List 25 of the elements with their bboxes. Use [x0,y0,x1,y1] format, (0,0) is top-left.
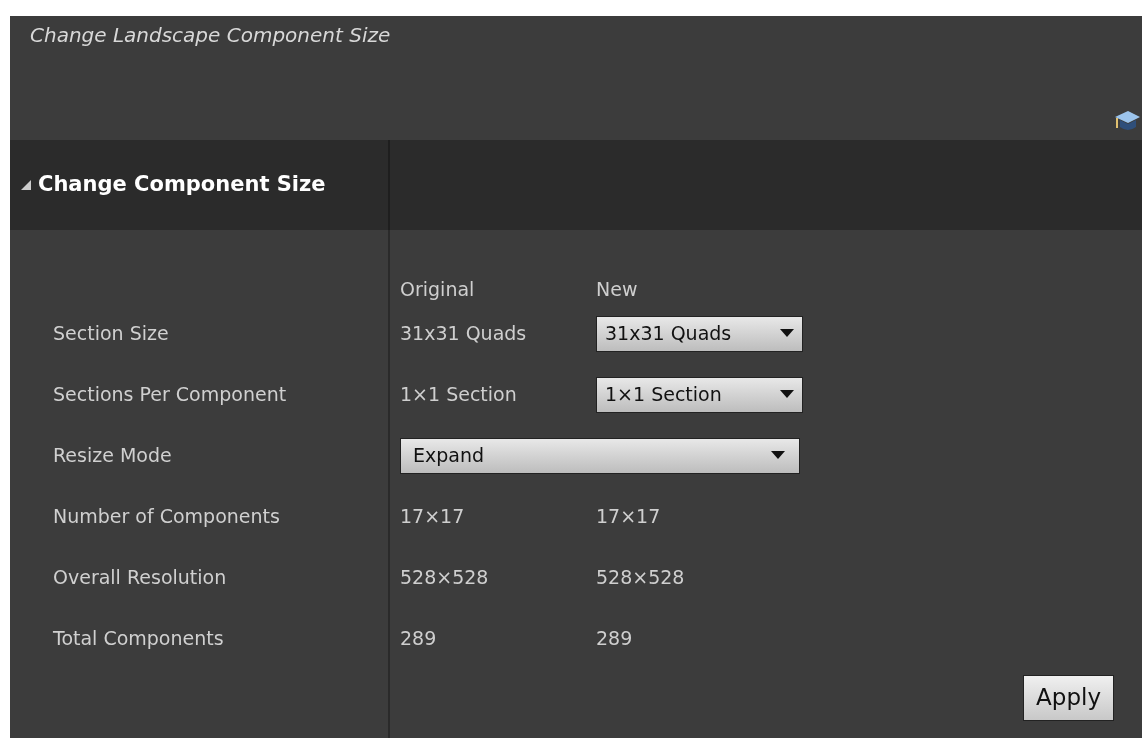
property-label: Section Size [52,321,170,347]
new-value: 528×528 [596,565,685,591]
property-label: Number of Components [52,504,281,530]
property-label: Overall Resolution [52,565,228,591]
column-header: Original [400,276,476,302]
collapse-triangle-icon [20,179,32,191]
original-value: 31x31 Quads [400,321,528,347]
property-label: Total Components [52,626,225,652]
original-value: 1×1 Section [400,382,518,408]
new-value: 289 [596,626,633,652]
original-value: 289 [400,626,438,652]
caret-icon [780,329,794,338]
caret-icon [780,390,794,399]
caret-icon [771,451,785,460]
apply-button[interactable]: Apply [1023,674,1114,721]
column-header: New [596,276,638,302]
property-label: Resize Mode [52,443,173,469]
property-label: Sections Per Component [52,382,288,408]
dropdown[interactable]: 1×1 Section [596,376,803,413]
window-title: Change Landscape Component Size [29,22,391,49]
dropdown[interactable]: Expand [400,437,800,474]
original-value: 528×528 [400,565,490,591]
new-value: 17×17 [596,504,661,530]
dropdown[interactable]: 31x31 Quads [596,315,803,352]
original-value: 17×17 [400,504,466,530]
